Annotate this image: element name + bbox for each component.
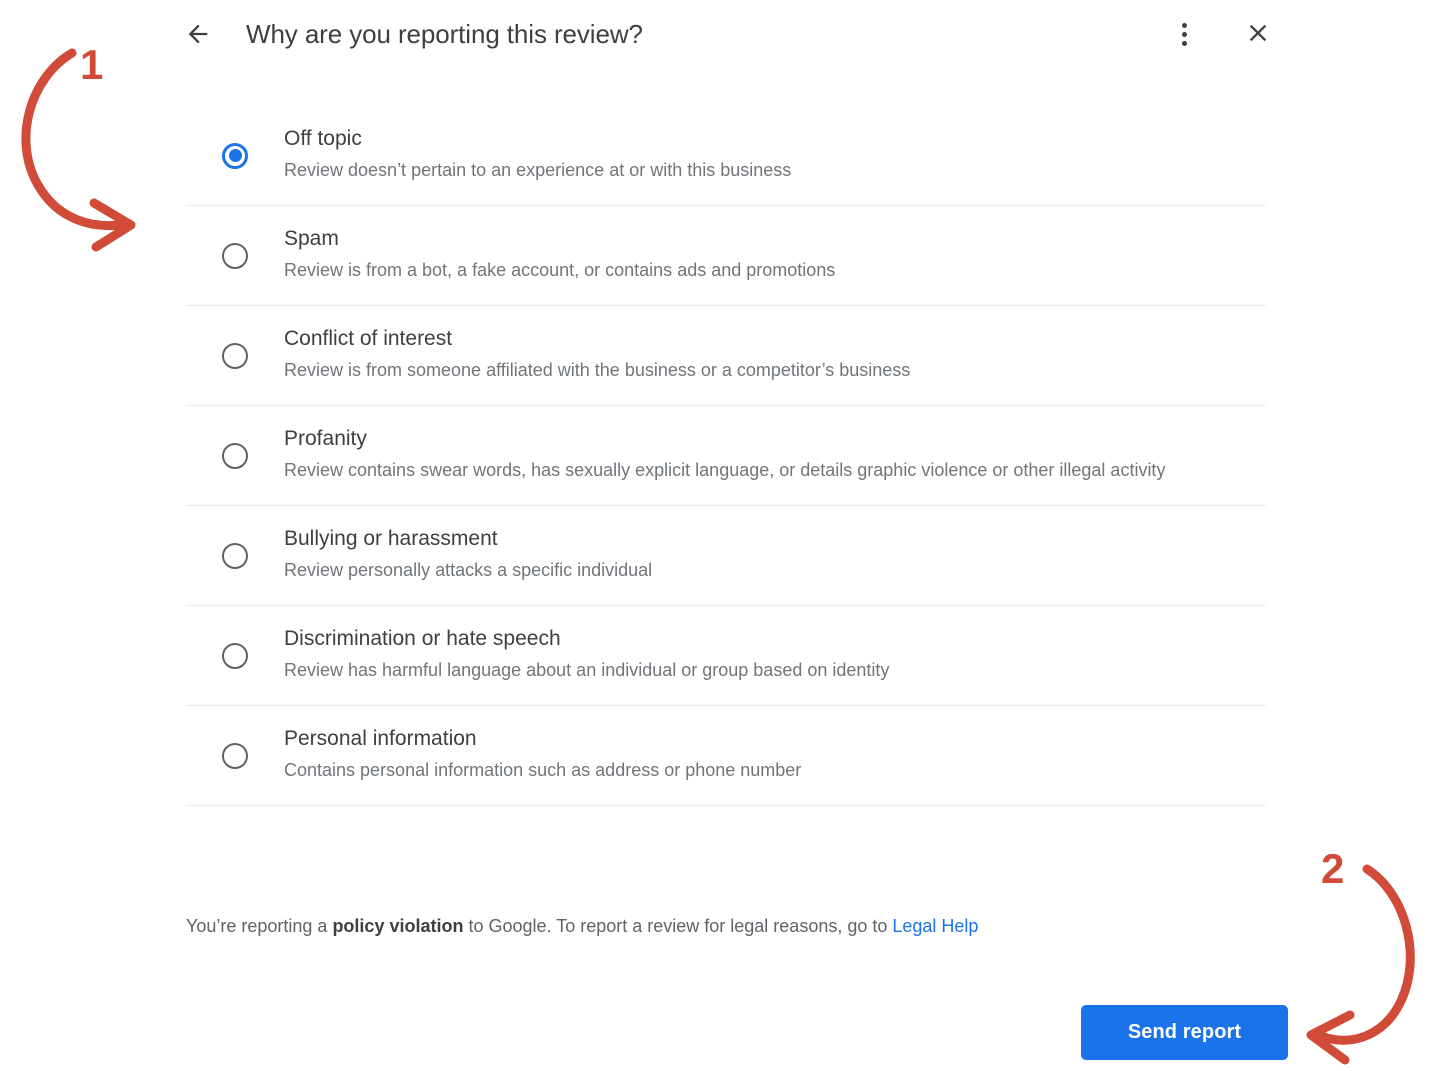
annotation-1: 1 xyxy=(0,20,180,255)
option-title: Discrimination or hate speech xyxy=(284,627,561,650)
option-title: Conflict of interest xyxy=(284,327,453,350)
option-row[interactable]: Profanity Review contains swear words, h… xyxy=(186,406,1266,506)
radio-icon xyxy=(222,642,248,669)
option-text: Discrimination or hate speech Review has… xyxy=(284,606,1266,705)
close-icon[interactable] xyxy=(1238,13,1278,53)
option-title: Spam xyxy=(284,227,339,250)
radio-button-spam[interactable] xyxy=(186,242,284,269)
option-text: Off topic Review doesn’t pertain to an e… xyxy=(284,106,1266,205)
radio-button-conflict-of-interest[interactable] xyxy=(186,342,284,369)
policy-note: You’re reporting a policy violation to G… xyxy=(186,911,1266,941)
option-text: Profanity Review contains swear words, h… xyxy=(284,406,1266,505)
radio-icon xyxy=(222,142,248,169)
option-description: Review contains swear words, has sexuall… xyxy=(284,460,1166,480)
option-title: Off topic xyxy=(284,127,362,150)
option-row[interactable]: Personal information Contains personal i… xyxy=(186,706,1266,806)
option-description: Review is from a bot, a fake account, or… xyxy=(284,260,836,280)
option-text: Spam Review is from a bot, a fake accoun… xyxy=(284,206,1266,305)
send-report-button[interactable]: Send report xyxy=(1081,1005,1288,1060)
option-description: Contains personal information such as ad… xyxy=(284,760,802,780)
option-description: Review personally attacks a specific ind… xyxy=(284,560,653,580)
more-vert-icon[interactable] xyxy=(1164,14,1204,54)
option-text: Personal information Contains personal i… xyxy=(284,706,1266,805)
radio-icon xyxy=(222,542,248,569)
radio-button-bullying-or-harassment[interactable] xyxy=(186,542,284,569)
policy-note-emphasis: policy violation xyxy=(332,916,464,936)
report-reason-list: Off topic Review doesn’t pertain to an e… xyxy=(186,106,1266,806)
annotation-2-number: 2 xyxy=(1321,845,1345,892)
curved-arrow-right-icon xyxy=(21,48,136,252)
radio-button-off-topic[interactable] xyxy=(186,142,284,169)
radio-icon xyxy=(222,242,248,269)
radio-button-profanity[interactable] xyxy=(186,442,284,469)
radio-icon xyxy=(222,342,248,369)
dialog-title: Why are you reporting this review? xyxy=(246,19,643,49)
radio-icon xyxy=(222,442,248,469)
option-description: Review has harmful language about an ind… xyxy=(284,660,890,680)
option-title: Personal information xyxy=(284,727,477,750)
report-review-dialog: Why are you reporting this review? Off t… xyxy=(170,0,1288,1071)
option-row[interactable]: Discrimination or hate speech Review has… xyxy=(186,606,1266,706)
screen: Why are you reporting this review? Off t… xyxy=(0,0,1437,1071)
option-row[interactable]: Bullying or harassment Review personally… xyxy=(186,506,1266,606)
annotation-1-number: 1 xyxy=(80,41,104,88)
option-row[interactable]: Spam Review is from a bot, a fake accoun… xyxy=(186,206,1266,306)
option-text: Bullying or harassment Review personally… xyxy=(284,506,1266,605)
radio-icon xyxy=(222,742,248,769)
option-row[interactable]: Conflict of interest Review is from some… xyxy=(186,306,1266,406)
option-row[interactable]: Off topic Review doesn’t pertain to an e… xyxy=(186,106,1266,206)
dialog-header: Why are you reporting this review? xyxy=(170,0,1280,68)
policy-note-middle: to Google. To report a review for legal … xyxy=(463,916,893,936)
annotation-2: 2 xyxy=(1288,838,1437,1071)
radio-button-discrimination-or-hate-speech[interactable] xyxy=(186,642,284,669)
option-description: Review doesn’t pertain to an experience … xyxy=(284,160,792,180)
legal-help-link[interactable]: Legal Help xyxy=(892,916,978,936)
option-title: Bullying or harassment xyxy=(284,527,498,550)
curved-arrow-left-icon xyxy=(1306,864,1415,1065)
back-arrow-icon[interactable] xyxy=(180,16,216,52)
option-description: Review is from someone affiliated with t… xyxy=(284,360,911,380)
option-text: Conflict of interest Review is from some… xyxy=(284,306,1266,405)
radio-button-personal-information[interactable] xyxy=(186,742,284,769)
policy-note-prefix: You’re reporting a xyxy=(186,916,333,936)
option-title: Profanity xyxy=(284,427,367,450)
